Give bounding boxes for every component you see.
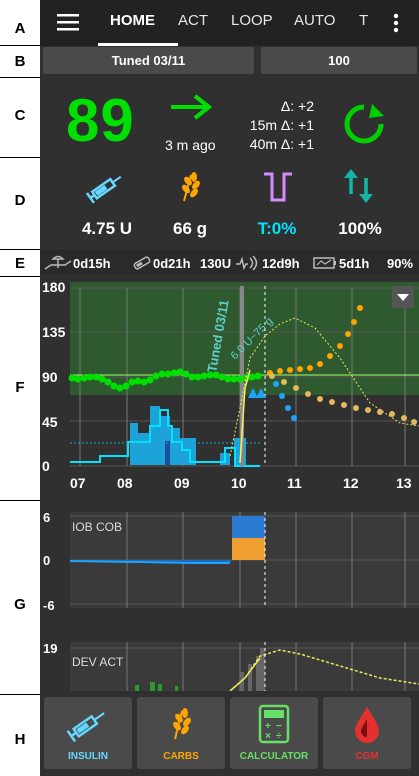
tab-loop[interactable]: LOOP xyxy=(231,12,273,29)
tab-act[interactable]: ACT xyxy=(178,12,208,29)
battery-age: 5d1h xyxy=(339,256,370,271)
cannula-icon xyxy=(44,255,72,270)
delta-40m: 40m Δ: +1 xyxy=(249,136,314,152)
row-label-h: H xyxy=(14,731,26,748)
divider xyxy=(0,500,40,501)
x-tick-label: 13 xyxy=(396,475,412,491)
iob-area xyxy=(232,516,265,538)
sensor-icon xyxy=(236,255,258,271)
insulin-button[interactable]: INSULIN xyxy=(44,697,132,769)
cannula-age: 0d15h xyxy=(73,256,111,271)
tab-t[interactable]: T xyxy=(359,12,368,29)
x-tick-label: 12 xyxy=(343,475,359,491)
row-label-d: D xyxy=(14,192,26,209)
insulin-button-label: INSULIN xyxy=(68,751,108,762)
y-tick-label: -6 xyxy=(43,598,55,613)
overflow-menu-icon[interactable] xyxy=(392,13,400,33)
cgm-button[interactable]: CGM xyxy=(323,697,411,769)
bg-age: 3 m ago xyxy=(165,137,216,153)
x-tick-label: 09 xyxy=(174,475,190,491)
y-tick-label: 0 xyxy=(43,553,50,568)
delta: Δ: +2 xyxy=(280,98,314,114)
carbs-button[interactable]: CARBS xyxy=(137,697,225,769)
insulin-cartridge-icon xyxy=(133,256,151,270)
row-label-a: A xyxy=(14,20,26,37)
dev-act-label: DEV ACT xyxy=(72,655,124,669)
percentage-arrows-icon xyxy=(344,169,373,203)
battery-icon xyxy=(313,257,336,269)
iob-value: 4.75 U xyxy=(81,219,133,238)
row-label-g: G xyxy=(14,596,26,613)
trend-arrow-icon xyxy=(171,94,213,120)
menu-icon[interactable] xyxy=(57,13,79,31)
calculator-icon: + − × ÷ xyxy=(258,704,290,744)
row-label-b: B xyxy=(14,53,26,70)
divider xyxy=(0,45,40,46)
bg-value: 89 xyxy=(66,87,135,154)
carbs-wheat-icon xyxy=(182,172,200,202)
divider xyxy=(0,249,40,250)
dev-act-graph[interactable]: 19 DEV ACT xyxy=(40,638,419,691)
insulin-syringe-icon xyxy=(86,175,122,204)
y-tick-label: 180 xyxy=(42,279,66,295)
divider xyxy=(0,157,40,158)
tab-auto[interactable]: AUTO xyxy=(294,12,335,29)
iob-cob-label: IOB COB xyxy=(72,520,122,534)
y-tick-label: 19 xyxy=(43,641,57,656)
row-label-f: F xyxy=(15,379,25,396)
x-tick-label: 10 xyxy=(231,475,247,491)
delta-15m: 15m Δ: +1 xyxy=(249,117,314,133)
carbs-button-label: CARBS xyxy=(163,751,199,762)
profile-pct-value: 100% xyxy=(338,219,382,238)
row-label-c: C xyxy=(14,107,26,124)
sensor-age: 12d9h xyxy=(262,256,300,271)
divider xyxy=(0,276,40,277)
bg-graph[interactable]: 180 135 90 45 0 Tuned 03/11 6.0 U~75 g 0… xyxy=(40,278,419,496)
percentage-button[interactable]: 100 xyxy=(261,47,417,74)
app-window: HOME ACT LOOP AUTO T Tuned 03/11 100 89 … xyxy=(40,0,419,776)
y-tick-label: 135 xyxy=(42,324,66,340)
blood-drop-icon xyxy=(355,707,379,743)
graph-options-chevron-icon[interactable] xyxy=(392,286,414,308)
top-app-bar: HOME ACT LOOP AUTO T xyxy=(40,0,419,46)
cgm-button-label: CGM xyxy=(355,751,379,762)
cob-area xyxy=(232,538,265,560)
svg-text:÷: ÷ xyxy=(276,731,282,742)
y-tick-label: 6 xyxy=(43,510,50,525)
loop-status-icon[interactable] xyxy=(342,102,386,146)
cob-value: 66 g xyxy=(172,219,208,238)
temp-basal-icon xyxy=(264,172,292,202)
x-tick-label: 08 xyxy=(117,475,133,491)
x-tick-label: 11 xyxy=(287,475,302,491)
tab-home[interactable]: HOME xyxy=(110,12,155,29)
y-tick-label: 90 xyxy=(42,369,58,385)
x-tick-label: 07 xyxy=(70,475,86,491)
row-label-column: A B C D E F G H xyxy=(0,0,40,776)
insulin-age: 0d21h xyxy=(153,256,191,271)
iob-cob-graph[interactable]: 6 0 -6 IOB COB xyxy=(40,508,419,618)
profile-button[interactable]: Tuned 03/11 xyxy=(43,47,254,74)
carbs-wheat-icon xyxy=(173,708,191,740)
temp-basal-value: T:0% xyxy=(257,219,297,238)
divider xyxy=(0,77,40,78)
y-tick-label: 45 xyxy=(42,414,58,430)
active-tab-indicator xyxy=(98,43,178,46)
battery-level: 90% xyxy=(387,256,414,271)
row-label-e: E xyxy=(14,255,25,272)
divider xyxy=(0,694,40,695)
insulin-units: 130U xyxy=(200,256,232,271)
insulin-syringe-icon xyxy=(66,712,105,743)
svg-text:×: × xyxy=(265,731,271,742)
calculator-button-label: CALCULATOR xyxy=(239,751,309,762)
calculator-button[interactable]: + − × ÷ CALCULATOR xyxy=(230,697,318,769)
y-tick-label: 0 xyxy=(42,458,50,474)
